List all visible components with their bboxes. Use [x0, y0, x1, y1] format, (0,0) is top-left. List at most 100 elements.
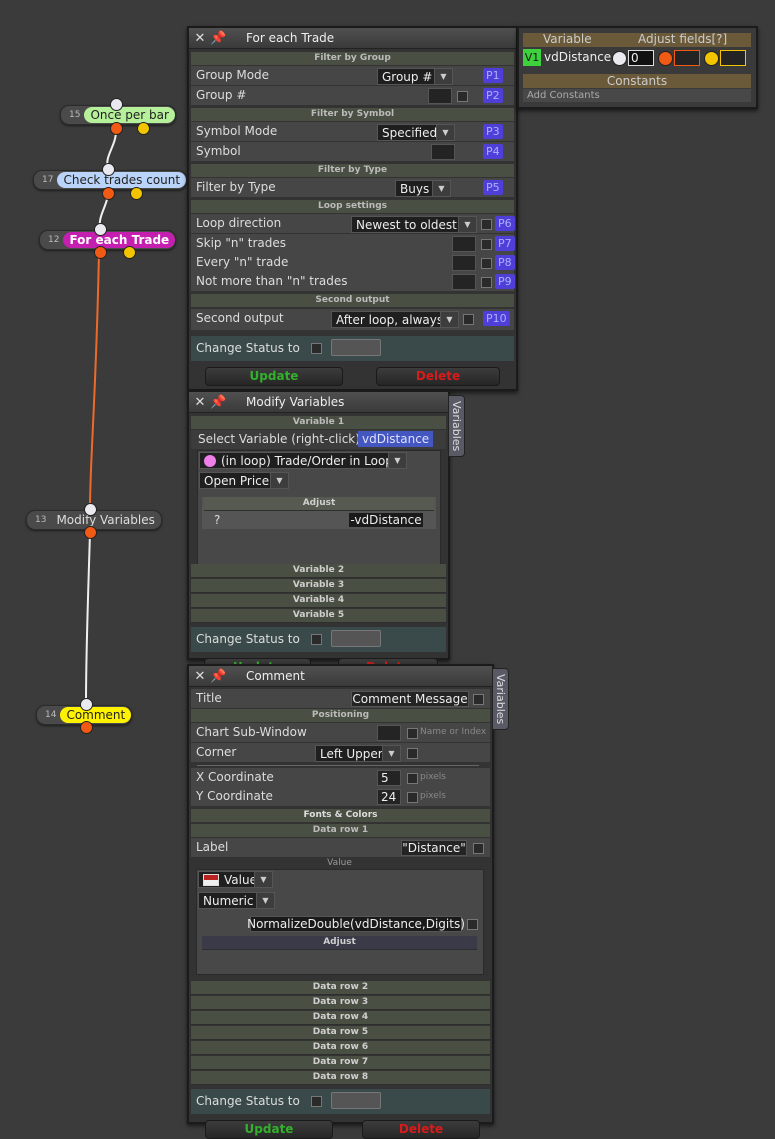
group-number-input[interactable]	[428, 88, 452, 104]
corner-checkbox[interactable]	[407, 748, 418, 759]
data-row-2-header[interactable]: Data row 2	[191, 981, 490, 995]
delete-button[interactable]: Delete	[376, 367, 500, 386]
update-button[interactable]: Update	[205, 367, 343, 386]
node-output-dot[interactable]	[94, 246, 107, 259]
param-badge[interactable]: P5	[483, 180, 503, 195]
field-select[interactable]: Open Price ▼	[199, 472, 289, 489]
variables-tab[interactable]: Variables	[492, 668, 509, 730]
node-output-dot[interactable]	[130, 187, 143, 200]
node-output-dot[interactable]	[137, 122, 150, 135]
label-checkbox[interactable]	[473, 843, 484, 854]
node-output-dot[interactable]	[84, 526, 97, 539]
value-expression-input[interactable]: NormalizeDouble(vdDistance,Digits)	[247, 916, 465, 932]
node-output-dot[interactable]	[80, 721, 93, 734]
node-output-dot[interactable]	[102, 187, 115, 200]
x-coordinate-input[interactable]: 5	[377, 770, 401, 786]
adjust-header[interactable]: Adjust	[202, 936, 477, 950]
every-trade-input[interactable]	[452, 255, 476, 271]
variable-row[interactable]: V1 vdDistance 0	[523, 49, 751, 67]
close-icon[interactable]: ✕	[194, 395, 206, 410]
param-badge[interactable]: P2	[483, 88, 503, 103]
yellow-value-input[interactable]	[720, 50, 746, 66]
value-expression-checkbox[interactable]	[467, 919, 478, 930]
symbol-mode-select[interactable]: Specified ▼	[377, 124, 455, 141]
node-for-each-trade[interactable]: 12 For each Trade	[39, 230, 177, 250]
subwindow-checkbox[interactable]	[407, 728, 418, 739]
node-input-dot[interactable]	[110, 98, 123, 111]
orange-color-dot[interactable]	[658, 51, 673, 66]
y-coordinate-checkbox[interactable]	[407, 792, 418, 803]
param-badge[interactable]: P9	[495, 274, 515, 289]
param-badge[interactable]: P7	[495, 236, 515, 251]
title-checkbox[interactable]	[473, 694, 484, 705]
title-input[interactable]: Comment Message	[351, 691, 469, 707]
symbol-input[interactable]	[431, 144, 455, 160]
loop-direction-select[interactable]: Newest to oldest ▼	[351, 216, 477, 233]
variable-3-header[interactable]: Variable 3	[191, 579, 446, 593]
node-output-dot[interactable]	[123, 246, 136, 259]
loop-direction-checkbox[interactable]	[481, 219, 492, 230]
group-number-checkbox[interactable]	[457, 91, 468, 102]
y-coordinate-input[interactable]: 24	[377, 789, 401, 805]
status-color-box[interactable]	[331, 339, 381, 356]
adjust-operator[interactable]: ?	[214, 513, 220, 527]
param-badge[interactable]: P6	[495, 216, 515, 231]
param-badge[interactable]: P4	[483, 144, 503, 159]
second-output-checkbox[interactable]	[463, 314, 474, 325]
node-input-dot[interactable]	[80, 698, 93, 711]
value-format-select[interactable]: Numeric ▼	[198, 892, 275, 909]
variable-5-header[interactable]: Variable 5	[191, 609, 446, 623]
close-icon[interactable]: ✕	[194, 669, 206, 684]
skip-trades-input[interactable]	[452, 236, 476, 252]
corner-select[interactable]: Left Upper ▼	[315, 745, 401, 762]
not-more-than-input[interactable]	[452, 274, 476, 290]
status-color-box[interactable]	[331, 630, 381, 647]
data-row-7-header[interactable]: Data row 7	[191, 1056, 490, 1070]
section-header[interactable]: Fonts & Colors	[191, 809, 490, 822]
status-color-box[interactable]	[331, 1092, 381, 1109]
every-trade-checkbox[interactable]	[481, 258, 492, 269]
selected-variable[interactable]: vdDistance	[358, 431, 434, 447]
variables-tab[interactable]: Variables	[448, 395, 465, 457]
data-row-3-header[interactable]: Data row 3	[191, 996, 490, 1010]
column-adjust-fields[interactable]: Adjust fields[?]	[638, 32, 727, 46]
close-icon[interactable]: ✕	[194, 31, 206, 46]
node-output-dot[interactable]	[110, 122, 123, 135]
value-type-select[interactable]: Value ▼	[198, 871, 273, 888]
skip-trades-checkbox[interactable]	[481, 239, 492, 250]
orange-value-input[interactable]	[674, 50, 700, 66]
x-coordinate-checkbox[interactable]	[407, 773, 418, 784]
source-select[interactable]: (in loop) Trade/Order in Loop ▼	[199, 452, 407, 469]
variable-4-header[interactable]: Variable 4	[191, 594, 446, 608]
param-badge[interactable]: P10	[483, 311, 510, 326]
panel-title-bar[interactable]: ✕ 📌 Modify Variables	[189, 392, 448, 413]
second-output-select[interactable]: After loop, always ▼	[331, 311, 459, 328]
filter-type-select[interactable]: Buys ▼	[395, 180, 451, 197]
param-badge[interactable]: P8	[495, 255, 515, 270]
param-badge[interactable]: P3	[483, 124, 503, 139]
node-input-dot[interactable]	[102, 163, 115, 176]
label-input[interactable]: "Distance"	[401, 840, 467, 856]
add-constants-button[interactable]: Add Constants	[523, 89, 751, 102]
change-status-checkbox[interactable]	[311, 1096, 322, 1107]
panel-title-bar[interactable]: ✕ 📌 For each Trade	[189, 28, 516, 49]
data-row-4-header[interactable]: Data row 4	[191, 1011, 490, 1025]
pin-icon[interactable]: 📌	[210, 31, 228, 46]
white-color-dot[interactable]	[612, 51, 627, 66]
pin-icon[interactable]: 📌	[210, 395, 228, 410]
variable-value-input[interactable]: 0	[628, 50, 654, 66]
variable-2-header[interactable]: Variable 2	[191, 564, 446, 578]
data-row-6-header[interactable]: Data row 6	[191, 1041, 490, 1055]
node-input-dot[interactable]	[84, 503, 97, 516]
adjust-value-input[interactable]: -vdDistance	[348, 512, 424, 528]
panel-title-bar[interactable]: ✕ 📌 Comment	[189, 666, 492, 687]
data-row-5-header[interactable]: Data row 5	[191, 1026, 490, 1040]
change-status-checkbox[interactable]	[311, 634, 322, 645]
param-badge[interactable]: P1	[483, 68, 503, 83]
node-input-dot[interactable]	[94, 223, 107, 236]
data-row-8-header[interactable]: Data row 8	[191, 1071, 490, 1085]
change-status-checkbox[interactable]	[311, 343, 322, 354]
subwindow-input[interactable]	[377, 725, 401, 741]
pin-icon[interactable]: 📌	[210, 669, 228, 684]
group-mode-select[interactable]: Group # ▼	[377, 68, 453, 85]
